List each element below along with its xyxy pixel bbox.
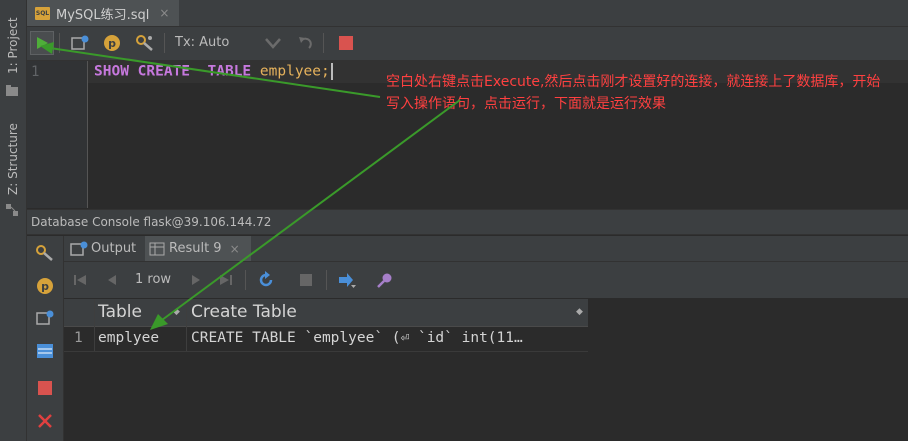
export-button[interactable] xyxy=(336,269,358,291)
sql-statement[interactable]: SHOW CREATE TABLE emplyee; xyxy=(94,63,333,80)
table-row[interactable]: 1 emplyee CREATE TABLE `emplyee` (⏎ `id`… xyxy=(64,327,588,352)
svg-text:p: p xyxy=(108,37,116,50)
last-page-icon xyxy=(220,275,232,285)
result-tabs-bar: Output Result 9 × xyxy=(64,236,908,262)
rollback-button[interactable] xyxy=(293,31,317,55)
result-toolbar: 1 row xyxy=(64,262,908,298)
cell-table-name[interactable]: emplyee xyxy=(98,330,159,346)
structure-tool-tab[interactable]: Z: Structure xyxy=(0,118,26,200)
first-page-button[interactable] xyxy=(69,269,91,291)
console-settings-button[interactable] xyxy=(33,241,57,265)
toolbar-divider xyxy=(59,33,60,53)
line-number: 1 xyxy=(31,64,40,80)
run-button[interactable] xyxy=(30,31,54,55)
row-number: 1 xyxy=(74,330,83,346)
layout-icon xyxy=(37,344,53,358)
commit-button[interactable] xyxy=(261,31,285,55)
next-page-icon xyxy=(192,275,200,285)
wrench-icon xyxy=(36,245,53,261)
settings-button[interactable] xyxy=(133,31,157,55)
console-icon xyxy=(71,35,89,50)
editor-toolbar: p Tx: Auto xyxy=(27,27,908,61)
cancel-query-button[interactable] xyxy=(295,269,317,291)
commit-icon xyxy=(265,38,281,49)
keyword-show: SHOW xyxy=(94,63,129,80)
console-side-toolbar: p xyxy=(27,236,64,441)
grid-header-row: Table ◆ Create Table ◆ xyxy=(64,299,588,327)
close-tab-icon[interactable]: × xyxy=(159,6,169,20)
wrench-icon xyxy=(136,35,153,51)
toolbar-divider xyxy=(164,33,165,53)
undo-icon xyxy=(299,37,312,49)
stop-button[interactable] xyxy=(334,31,358,55)
console-parameters-button[interactable]: p xyxy=(33,274,57,298)
stop-icon xyxy=(339,36,353,50)
row-count-label: 1 row xyxy=(135,272,172,287)
p-icon: p xyxy=(104,35,120,51)
last-page-button[interactable] xyxy=(215,269,237,291)
svg-text:p: p xyxy=(41,280,49,293)
p-icon: p xyxy=(37,278,53,294)
tab-result-9[interactable]: Result 9 × xyxy=(145,236,251,261)
structure-tab-label: Z: Structure xyxy=(6,123,20,195)
close-icon xyxy=(38,414,52,428)
toolbar-divider xyxy=(323,33,324,53)
console-title: Database Console flask@39.106.144.72 xyxy=(31,215,272,229)
cell-create-table[interactable]: CREATE TABLE `emplyee` (⏎ `id` int(11… xyxy=(191,330,523,346)
transaction-mode-dropdown[interactable]: Tx: Auto xyxy=(175,35,229,50)
sort-icon[interactable]: ◆ xyxy=(173,307,180,317)
statement-terminator: ; xyxy=(321,63,330,80)
open-console-button[interactable] xyxy=(33,306,57,330)
column-header-table[interactable]: Table xyxy=(98,302,142,322)
parameters-button[interactable]: p xyxy=(100,31,124,55)
sql-file-icon: SQL xyxy=(35,6,50,20)
annotation-note: 空白处右键点击Execute,然后点击刚才设置好的连接，就连接上了数据库，开始写… xyxy=(386,74,881,112)
console-icon xyxy=(70,241,88,256)
previous-page-icon xyxy=(108,275,116,285)
tab-output[interactable]: Output xyxy=(66,236,144,261)
close-console-button[interactable] xyxy=(33,409,57,433)
console-icon xyxy=(36,310,54,325)
console-button[interactable] xyxy=(68,31,92,55)
result-grid: Table ◆ Create Table ◆ 1 emplyee CREATE … xyxy=(64,299,908,441)
stop-icon xyxy=(38,381,52,395)
editor-tab-bar: SQL MySQL练习.sql × xyxy=(27,0,908,27)
left-tool-strip: 1: Project Z: Structure xyxy=(0,0,27,441)
text-caret xyxy=(330,63,333,80)
previous-page-button[interactable] xyxy=(101,269,123,291)
identifier-table-name: emplyee xyxy=(259,63,322,80)
layout-button[interactable] xyxy=(33,339,57,363)
structure-icon xyxy=(5,202,19,216)
file-tab-label: MySQL练习.sql xyxy=(56,7,150,23)
first-page-icon xyxy=(74,275,86,285)
project-folder-icon xyxy=(5,82,19,96)
close-tab-icon[interactable]: × xyxy=(230,242,240,256)
stop-icon xyxy=(300,274,312,286)
project-tool-tab[interactable]: 1: Project xyxy=(0,10,26,82)
refresh-button[interactable] xyxy=(255,269,277,291)
export-icon xyxy=(339,273,356,288)
tab-output-label: Output xyxy=(91,241,137,256)
next-page-button[interactable] xyxy=(185,269,207,291)
run-icon xyxy=(37,37,48,49)
toolbar-divider xyxy=(245,270,246,290)
column-header-create-table[interactable]: Create Table xyxy=(191,302,297,322)
editor-gutter: 1 xyxy=(27,61,88,208)
keyword-create: CREATE xyxy=(137,63,191,80)
file-tab-mysql[interactable]: SQL MySQL练习.sql × xyxy=(27,0,179,26)
sort-icon[interactable]: ◆ xyxy=(576,307,583,317)
console-title-bar: Database Console flask@39.106.144.72 xyxy=(27,209,908,235)
console-stop-button[interactable] xyxy=(33,376,57,400)
pin-button[interactable] xyxy=(374,269,396,291)
project-tab-label: 1: Project xyxy=(6,17,20,75)
table-icon xyxy=(149,242,165,255)
pin-icon xyxy=(377,273,392,288)
toolbar-divider xyxy=(326,270,327,290)
keyword-table: TABLE xyxy=(207,63,252,80)
tab-result-label: Result 9 xyxy=(169,241,222,256)
refresh-icon xyxy=(259,271,273,287)
